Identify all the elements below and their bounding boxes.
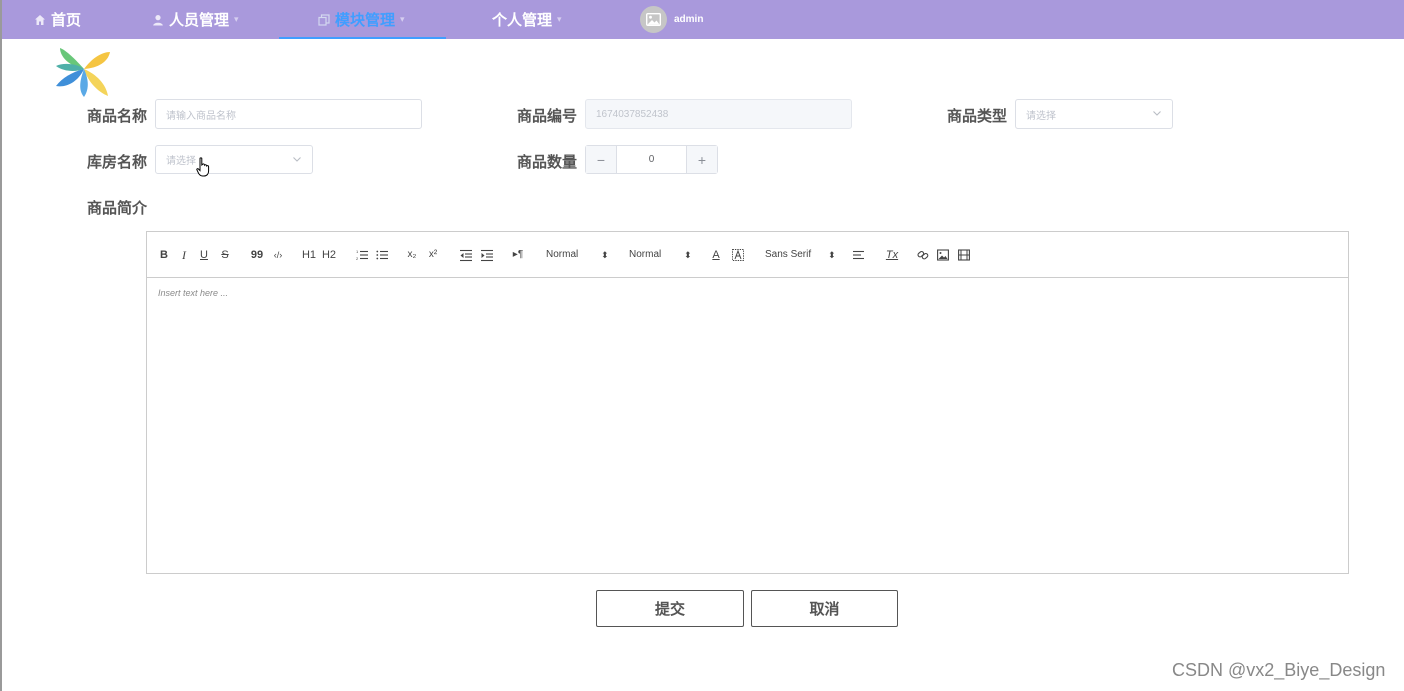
quantity-decrease-button[interactable]: − <box>586 146 617 173</box>
window-left-border <box>0 0 2 691</box>
chevron-updown-icon: ⬍ <box>684 250 692 260</box>
nav-personal-management[interactable]: 个人管理 ▾ <box>492 0 562 39</box>
video-icon[interactable] <box>958 248 970 262</box>
image-icon <box>646 13 661 26</box>
product-code-label: 商品编号 <box>517 108 578 125</box>
product-name-placeholder: 请输入商品名称 <box>166 110 236 122</box>
product-name-label: 商品名称 <box>87 108 148 125</box>
product-name-input[interactable]: 请输入商品名称 <box>155 99 422 129</box>
user-icon <box>152 14 164 26</box>
header-value: Normal <box>629 249 662 260</box>
chevron-updown-icon: ⬍ <box>828 250 836 260</box>
home-icon <box>34 14 46 26</box>
image-icon[interactable] <box>937 248 949 262</box>
product-type-placeholder: 请选择 <box>1026 110 1056 122</box>
editor-toolbar: B I U S 99 ‹/› H1 H2 1 2 x₂ x² ▸¶ Normal… <box>147 232 1348 278</box>
indent-icon[interactable] <box>481 248 493 262</box>
nav-home-label: 首页 <box>51 12 82 29</box>
quantity-value[interactable]: 0 <box>617 146 686 173</box>
align-icon[interactable] <box>853 248 865 262</box>
header-1-button[interactable]: H1 <box>301 248 317 262</box>
svg-text:2: 2 <box>356 256 359 261</box>
header-2-button[interactable]: H2 <box>321 248 337 262</box>
user-avatar[interactable] <box>640 6 667 33</box>
cancel-button[interactable]: 取消 <box>751 590 898 627</box>
nav-staff-label: 人员管理 <box>169 12 230 29</box>
font-size-picker[interactable]: Normal ⬍ <box>546 248 610 262</box>
chevron-down-icon: ▾ <box>557 14 562 24</box>
font-size-value: Normal <box>546 249 579 260</box>
chevron-down-icon <box>293 157 301 162</box>
hand-pointer-cursor-icon <box>196 157 210 177</box>
code-block-button[interactable]: ‹/› <box>270 248 286 262</box>
outdent-icon[interactable] <box>460 248 472 262</box>
submit-button[interactable]: 提交 <box>596 590 744 627</box>
editor-placeholder[interactable]: Insert text here ... <box>158 288 228 298</box>
font-family-value: Sans Serif <box>765 249 812 260</box>
underline-button[interactable]: U <box>198 248 210 262</box>
username-label[interactable]: admin <box>674 0 703 39</box>
active-tab-indicator <box>279 37 446 39</box>
nav-personal-label: 个人管理 <box>492 12 553 29</box>
link-icon[interactable] <box>917 248 929 262</box>
nav-module-management[interactable]: 模块管理 ▾ <box>318 0 405 39</box>
copy-icon <box>318 13 330 26</box>
product-quantity-label: 商品数量 <box>517 154 578 171</box>
nav-module-label: 模块管理 <box>335 12 396 29</box>
font-color-button[interactable]: A <box>711 248 721 262</box>
product-code-input: 1674037852438 <box>585 99 852 129</box>
ordered-list-icon[interactable]: 1 2 <box>356 248 368 262</box>
warehouse-select[interactable]: 请选择 <box>155 145 313 174</box>
warehouse-label: 库房名称 <box>87 154 148 171</box>
quantity-increase-button[interactable]: + <box>686 146 717 173</box>
pinwheel-logo <box>56 48 110 97</box>
font-family-picker[interactable]: Sans Serif ⬍ <box>765 248 839 262</box>
strike-button[interactable]: S <box>219 248 231 262</box>
chevron-down-icon: ▾ <box>400 14 405 24</box>
chevron-down-icon: ▾ <box>234 14 239 24</box>
clear-format-button[interactable]: Tx <box>885 248 899 262</box>
background-color-icon[interactable] <box>732 248 744 262</box>
product-intro-label: 商品简介 <box>87 200 148 217</box>
product-type-select[interactable]: 请选择 <box>1015 99 1173 129</box>
warehouse-placeholder: 请选择 <box>166 156 196 167</box>
chevron-down-icon <box>1153 111 1161 116</box>
rich-text-editor: B I U S 99 ‹/› H1 H2 1 2 x₂ x² ▸¶ Normal… <box>146 231 1349 574</box>
text-direction-button[interactable]: ▸¶ <box>511 248 525 262</box>
quantity-stepper[interactable]: − 0 + <box>585 145 718 174</box>
svg-text:1: 1 <box>356 249 359 254</box>
bold-button[interactable]: B <box>159 248 169 262</box>
nav-home[interactable]: 首页 <box>34 0 81 39</box>
watermark: CSDN @vx2_Biye_Design <box>1172 660 1386 680</box>
italic-button[interactable]: I <box>179 248 189 262</box>
product-code-value: 1674037852438 <box>596 108 669 120</box>
bullet-list-icon[interactable] <box>376 248 388 262</box>
superscript-button[interactable]: x² <box>426 248 440 262</box>
nav-staff-management[interactable]: 人员管理 ▾ <box>152 0 239 39</box>
chevron-updown-icon: ⬍ <box>601 250 609 260</box>
header-picker[interactable]: Normal ⬍ <box>629 248 693 262</box>
product-type-label: 商品类型 <box>947 108 1008 125</box>
blockquote-button[interactable]: 99 <box>250 248 264 262</box>
subscript-button[interactable]: x₂ <box>405 248 419 262</box>
